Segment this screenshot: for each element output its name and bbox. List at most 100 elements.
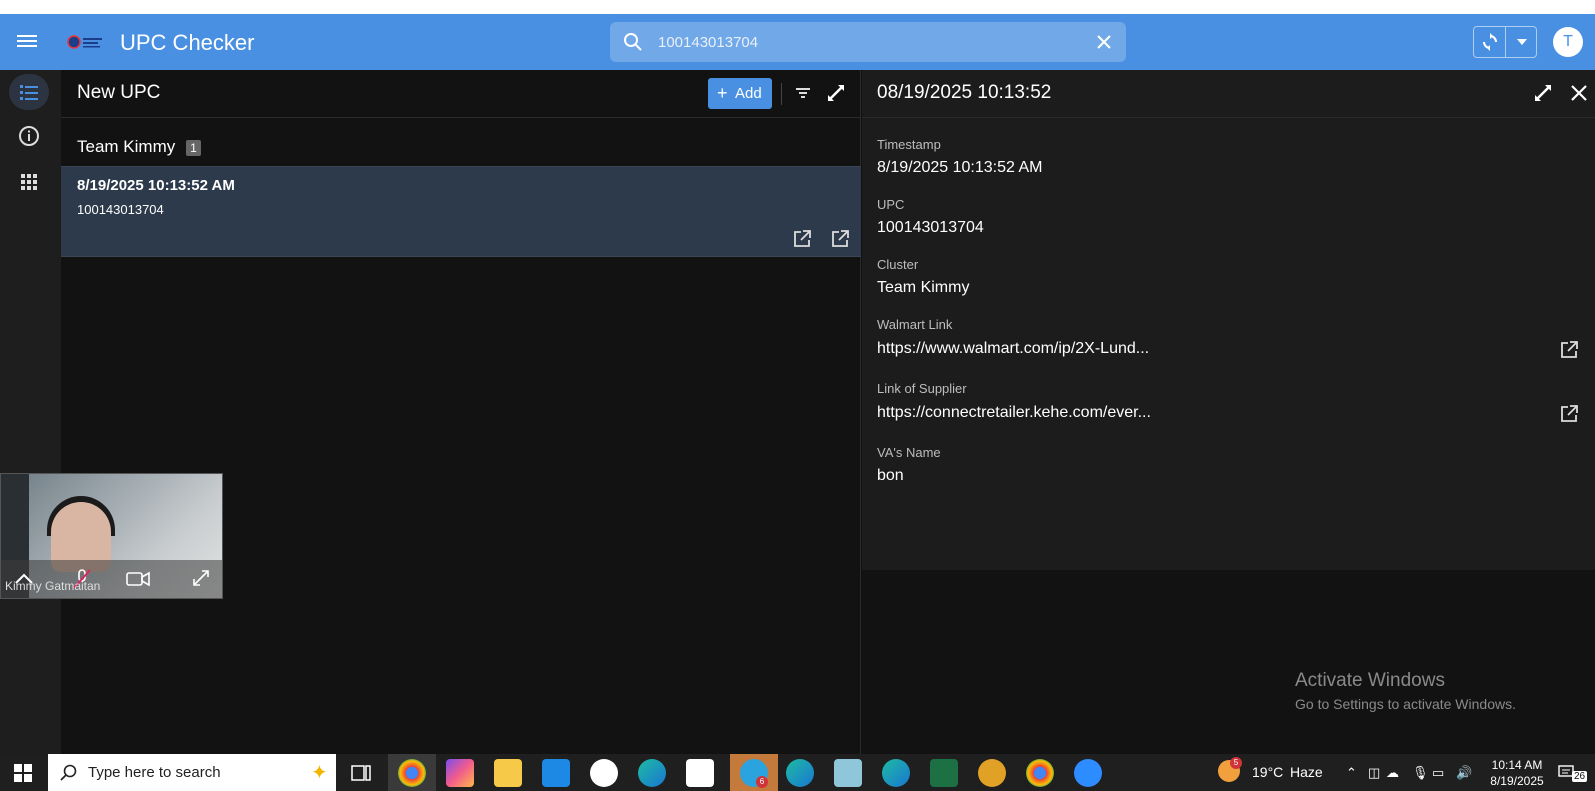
- add-button-label: Add: [735, 85, 762, 102]
- search-bar: [610, 22, 1126, 62]
- group-count-badge: 1: [186, 140, 201, 156]
- info-button[interactable]: [9, 118, 49, 154]
- task-view-icon[interactable]: [351, 764, 371, 782]
- telegram-badge: 6: [756, 776, 768, 788]
- store-icon[interactable]: [686, 759, 714, 787]
- onedrive-icon[interactable]: ☁: [1386, 765, 1399, 781]
- open-walmart-link-icon[interactable]: [792, 229, 812, 249]
- zoom-icon[interactable]: [1074, 759, 1102, 787]
- detail-title: 08/19/2025 10:13:52: [877, 82, 1052, 103]
- camera-icon[interactable]: [125, 568, 151, 590]
- upc-value: 100143013704: [877, 219, 984, 236]
- clear-search-icon[interactable]: [1094, 32, 1114, 52]
- activate-title: Activate Windows: [1295, 670, 1445, 691]
- filter-icon[interactable]: [794, 84, 812, 102]
- walmart-link[interactable]: https://www.walmart.com/ip/2X-Lund...: [877, 340, 1149, 358]
- app-bar: UPC Checker T: [0, 14, 1595, 70]
- divider: [781, 83, 782, 105]
- detail-header: 08/19/2025 10:13:52: [862, 70, 1595, 118]
- app-title: UPC Checker: [120, 30, 255, 55]
- info-icon: [19, 126, 39, 146]
- list-panel: New UPC + Add Team Kimmy 1 8/19/2025 10:…: [61, 70, 861, 754]
- game-icon[interactable]: [978, 759, 1006, 787]
- network-icon[interactable]: ▭: [1432, 765, 1444, 781]
- copilot-icon[interactable]: [446, 759, 474, 787]
- windows-taskbar: Type here to search ✦ 6 5 19°C Haze ⌃ ◫ …: [0, 754, 1595, 791]
- apps-button[interactable]: [9, 164, 49, 200]
- list-view-button[interactable]: [9, 74, 49, 110]
- detail-lower-area: [862, 570, 1595, 754]
- expand-icon[interactable]: [826, 83, 846, 103]
- taskbar-search[interactable]: Type here to search ✦: [48, 754, 336, 791]
- list-icon: [20, 85, 38, 100]
- edge-profile-icon[interactable]: [786, 759, 814, 787]
- browser-top-strip: [0, 0, 1595, 14]
- table-row[interactable]: 8/19/2025 10:13:52 AM 100143013704: [61, 166, 861, 257]
- video-call-preview[interactable]: Kimmy Gatmaitan: [0, 473, 223, 599]
- weather-condition: Haze: [1290, 764, 1323, 780]
- search-icon: [60, 764, 77, 781]
- nav-rail: [0, 70, 61, 754]
- volume-icon[interactable]: 🔊: [1456, 765, 1472, 781]
- chrome-profile-icon[interactable]: [1026, 759, 1054, 787]
- supplier-link-label: Link of Supplier: [877, 381, 967, 396]
- walmart-link-label: Walmart Link: [877, 317, 953, 332]
- clock-date: 8/19/2025: [1490, 774, 1544, 788]
- sync-button-group: [1473, 26, 1537, 58]
- weather-temperature: 19°C: [1252, 764, 1284, 780]
- cluster-value: Team Kimmy: [877, 279, 970, 296]
- cluster-label: Cluster: [877, 257, 919, 272]
- microphone-icon[interactable]: 🎙: [1412, 765, 1429, 781]
- participant-name: Kimmy Gatmaitan: [5, 579, 101, 593]
- open-supplier-link-icon[interactable]: [830, 229, 850, 249]
- chevron-down-icon: [1517, 39, 1527, 45]
- edge-work-icon[interactable]: [882, 759, 910, 787]
- sync-button[interactable]: [1474, 27, 1506, 57]
- apps-grid-icon: [21, 174, 37, 190]
- taskbar-search-placeholder: Type here to search: [88, 764, 221, 781]
- va-name-label: VA's Name: [877, 445, 941, 460]
- meet-now-icon[interactable]: ◫: [1368, 765, 1380, 781]
- detail-expand-icon[interactable]: [1533, 83, 1553, 103]
- add-button[interactable]: + Add: [708, 78, 772, 109]
- close-icon[interactable]: [1569, 83, 1589, 103]
- activate-subtitle: Go to Settings to activate Windows.: [1295, 696, 1516, 712]
- slack-icon[interactable]: [590, 759, 618, 787]
- row-upc: 100143013704: [77, 202, 164, 217]
- menu-icon[interactable]: [17, 32, 37, 52]
- tray-chevron-up-icon[interactable]: ⌃: [1346, 765, 1357, 781]
- search-icon: [624, 33, 642, 51]
- weather-badge: 5: [1230, 757, 1242, 769]
- notes-icon[interactable]: [834, 759, 862, 787]
- windows-start-icon[interactable]: [14, 764, 32, 782]
- user-avatar[interactable]: T: [1553, 27, 1583, 57]
- notification-count: 26: [1572, 771, 1588, 782]
- group-name: Team Kimmy: [77, 137, 176, 156]
- va-name-value: bon: [877, 467, 904, 484]
- walmart-external-link-icon[interactable]: [1559, 340, 1579, 360]
- detail-panel: 08/19/2025 10:13:52 Timestamp 8/19/2025 …: [862, 70, 1595, 570]
- list-header: New UPC + Add: [61, 70, 861, 118]
- supplier-external-link-icon[interactable]: [1559, 404, 1579, 424]
- fullscreen-icon[interactable]: [191, 568, 211, 588]
- timestamp-label: Timestamp: [877, 137, 941, 152]
- mail-icon[interactable]: [542, 759, 570, 787]
- windows-activation-watermark: Activate Windows Go to Settings to activ…: [1295, 670, 1516, 712]
- edge-icon[interactable]: [638, 759, 666, 787]
- file-explorer-icon[interactable]: [494, 759, 522, 787]
- list-title: New UPC: [77, 82, 161, 103]
- plus-icon: +: [717, 83, 728, 103]
- clock-time: 10:14 AM: [1491, 758, 1543, 772]
- supplier-link[interactable]: https://connectretailer.kehe.com/ever...: [877, 404, 1151, 422]
- timestamp-value: 8/19/2025 10:13:52 AM: [877, 159, 1043, 176]
- row-timestamp: 8/19/2025 10:13:52 AM: [77, 177, 235, 194]
- sync-dropdown-button[interactable]: [1507, 27, 1537, 57]
- upc-label: UPC: [877, 197, 905, 212]
- sync-icon: [1483, 33, 1497, 51]
- excel-icon[interactable]: [930, 759, 958, 787]
- chrome-icon[interactable]: [398, 759, 426, 787]
- search-input[interactable]: [658, 30, 1058, 54]
- notification-center[interactable]: 26: [1558, 763, 1588, 783]
- app-logo: [67, 35, 102, 49]
- taskbar-clock[interactable]: 10:14 AM 8/19/2025: [1487, 757, 1547, 789]
